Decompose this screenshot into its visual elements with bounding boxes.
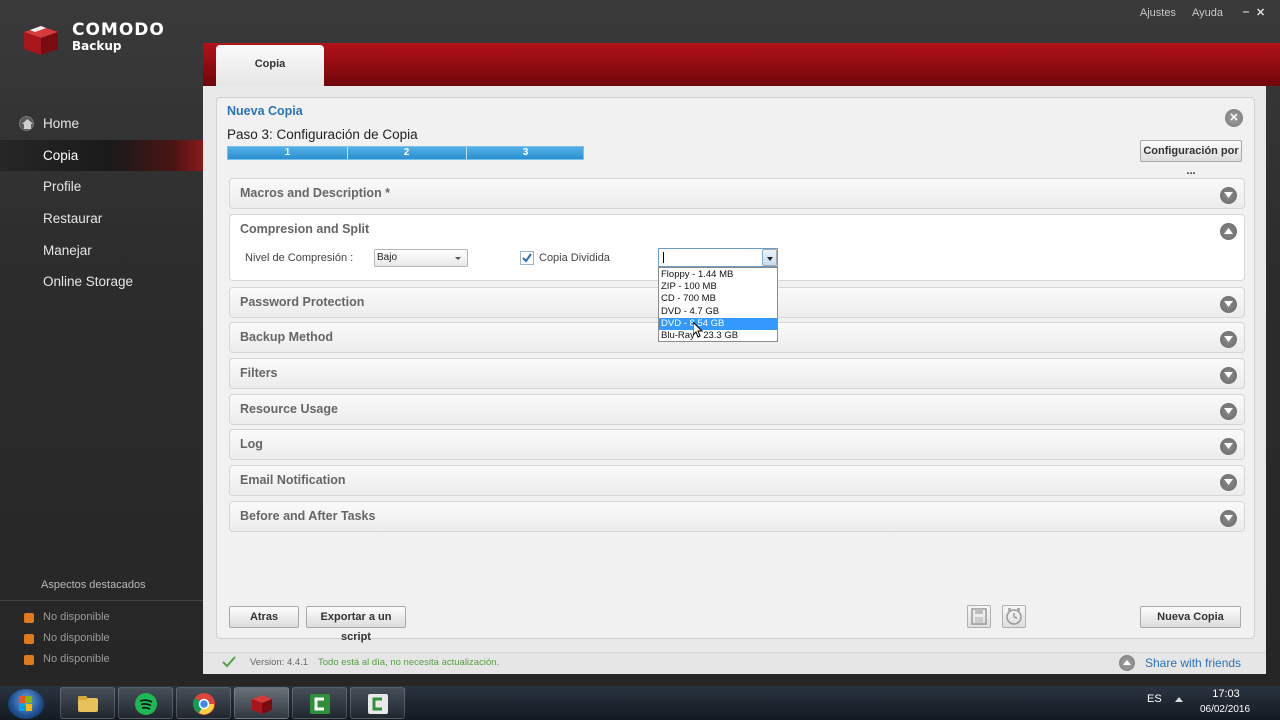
dropdown-option[interactable]: Blu-Ray - 23.3 GB [659,330,777,342]
taskbar-spotify[interactable] [118,687,173,719]
comodo-box-icon [252,695,272,714]
split-label: Copia Dividida [539,252,610,264]
update-status-text: Todo está al día, no necesita actualizac… [318,657,500,668]
top-links: Ajustes Ayuda [1127,7,1223,19]
text-caret [663,252,664,263]
split-checkbox[interactable] [520,251,534,265]
wizard-title: Nueva Copia [227,104,303,118]
taskbar-chrome[interactable] [176,687,231,719]
close-window-icon[interactable]: ✕ [1256,6,1265,19]
chevron-down-icon[interactable] [1220,510,1237,527]
mouse-cursor-icon [693,322,703,338]
step-2: 2 [403,147,410,158]
chrome-icon [193,693,215,715]
chevron-down-icon [455,257,461,260]
sidebar-item-label: Restaurar [43,211,103,227]
language-indicator[interactable]: ES [1147,693,1162,705]
dropdown-option[interactable]: CD - 700 MB [659,293,777,305]
windows-logo-icon [19,696,32,711]
new-backup-button[interactable]: Nueva Copia [1140,606,1241,628]
split-size-combobox[interactable] [658,248,778,267]
back-button[interactable]: Atras [229,606,299,628]
highlights-title: Aspectos destacados [41,579,146,591]
compression-level-select[interactable]: Bajo [374,249,468,267]
sidebar-item-manejar[interactable]: Manejar [0,235,203,267]
schedule-clock-icon[interactable] [1002,605,1026,628]
clock-time[interactable]: 17:03 [1196,688,1256,700]
step-1: 1 [284,147,291,158]
config-profile-button[interactable]: Configuración por ... [1140,140,1242,177]
step-title: Paso 3: Configuración de Copia [227,127,418,142]
comodo-logo: COMODO Backup [22,20,202,60]
brand-title: COMODO [72,20,165,40]
sidebar-item-online-storage[interactable]: Online Storage [0,266,203,298]
sidebar-item-label: Profile [43,179,82,195]
spotify-icon [135,693,157,715]
close-wizard-button[interactable]: ✕ [1225,109,1243,127]
dropdown-option-highlighted[interactable]: DVD - 8.54 GB [659,317,777,330]
export-script-button[interactable]: Exportar a un script [306,606,406,643]
header-bar [203,43,1280,86]
help-link[interactable]: Ayuda [1192,7,1223,19]
step-3: 3 [522,147,529,158]
split-size-dropdown: Floppy - 1.44 MB ZIP - 100 MB CD - 700 M… [658,267,778,342]
share-link[interactable]: Share with friends [1145,656,1241,670]
section-log[interactable]: Log [229,429,1245,460]
taskbar-camtasia-2[interactable] [350,687,405,719]
section-macros-description[interactable]: Macros and Description * [229,178,1245,209]
sidebar-nav: Home Copia Profile Restaurar Manejar Onl… [0,108,203,298]
chevron-down-icon[interactable] [1220,296,1237,313]
start-button[interactable] [8,689,44,719]
chevron-down-icon[interactable] [1220,403,1237,420]
chevron-down-icon[interactable] [1220,367,1237,384]
sidebar-item-home[interactable]: Home [0,108,203,140]
dropdown-option[interactable]: DVD - 4.7 GB [659,306,777,318]
version-text: Version: 4.4.1 [250,657,309,668]
chevron-up-icon[interactable] [1220,223,1237,240]
chevron-down-icon[interactable] [1220,438,1237,455]
chevron-down-icon[interactable] [1220,474,1237,491]
tray-expand-icon[interactable] [1175,697,1183,702]
taskbar-file-explorer[interactable] [60,687,115,719]
rss-icon [24,634,34,644]
sidebar-item-label: Manejar [43,242,92,258]
section-before-after-tasks[interactable]: Before and After Tasks [229,501,1245,532]
checkmark-icon [522,253,532,263]
dropdown-button[interactable] [762,249,777,266]
taskbar-comodo-backup[interactable] [234,687,289,719]
dropdown-option[interactable]: Floppy - 1.44 MB [659,269,777,281]
section-resource-usage[interactable]: Resource Usage [229,394,1245,425]
home-icon [19,116,34,131]
rss-icon [24,613,34,623]
comodo-box-icon [24,26,58,55]
rss-icon [24,655,34,665]
minimize-icon[interactable]: ‒ [1243,6,1249,18]
save-icon[interactable] [967,605,991,628]
camtasia-icon [310,694,330,714]
section-filters[interactable]: Filters [229,358,1245,389]
section-email-notification[interactable]: Email Notification [229,465,1245,496]
check-icon [222,656,236,668]
chevron-down-icon [767,257,773,261]
share-icon[interactable] [1119,655,1135,671]
compression-level-label: Nivel de Compresión : [245,252,354,264]
step-progress-bar: 1 2 3 [227,146,584,160]
brand-subtitle: Backup [72,39,122,53]
chevron-down-icon[interactable] [1220,187,1237,204]
divider [0,600,203,601]
settings-link[interactable]: Ajustes [1140,7,1176,19]
sidebar-item-label: Online Storage [43,274,134,290]
clock-date[interactable]: 06/02/2016 [1190,704,1260,715]
sidebar-item-copia[interactable]: Copia [0,139,203,172]
folder-icon [78,696,98,712]
sidebar-item-label: Home [43,116,80,131]
sidebar-item-label: Copia [43,147,79,163]
sidebar-item-restaurar[interactable]: Restaurar [0,203,203,235]
tab-copia[interactable]: Copia [216,45,324,86]
dropdown-option[interactable]: ZIP - 100 MB [659,281,777,293]
camtasia-icon [368,694,388,714]
chevron-down-icon[interactable] [1220,331,1237,348]
taskbar-camtasia-1[interactable] [292,687,347,719]
sidebar-item-profile[interactable]: Profile [0,171,203,203]
